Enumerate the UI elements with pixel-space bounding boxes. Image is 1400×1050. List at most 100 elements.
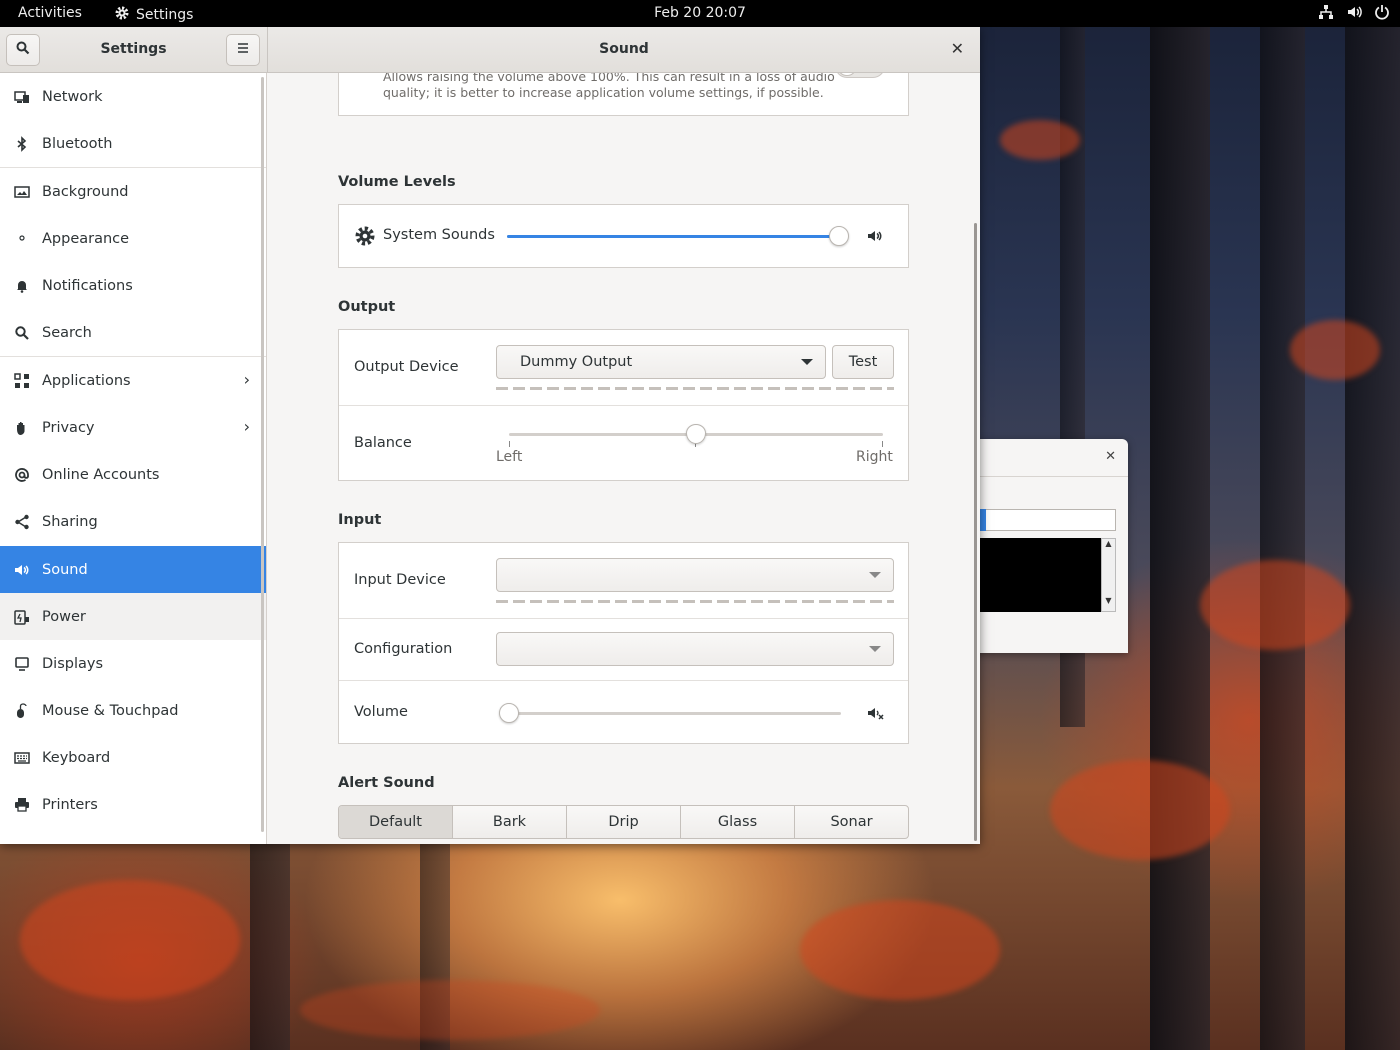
alert-sound-title: Alert Sound (338, 775, 435, 791)
balance-right-label: Right (856, 449, 893, 465)
sidebar-item-label: Appearance (42, 230, 130, 247)
sidebar-item-appearance[interactable]: Appearance (0, 215, 266, 262)
system-tray[interactable] (1318, 4, 1390, 24)
input-frame: Input Device Configuration Volume (338, 542, 909, 744)
network-icon (13, 88, 31, 106)
clock[interactable]: Feb 20 20:07 (0, 5, 1400, 21)
sidebar-item-background[interactable]: Background (0, 168, 266, 215)
header-bar[interactable]: Settings Sound ✕ (0, 27, 980, 73)
output-device-dropdown[interactable]: Dummy Output (496, 345, 826, 379)
sidebar-item-applications[interactable]: Applications › (0, 357, 266, 404)
network-wired-icon (1318, 4, 1334, 24)
sound-panel: Allows raising the volume above 100%. Th… (268, 73, 980, 844)
row-separator (339, 405, 908, 406)
test-button[interactable]: Test (832, 345, 894, 379)
sidebar-item-label: Privacy (42, 419, 95, 436)
share-icon (13, 513, 31, 531)
alert-sound-sonar[interactable]: Sonar (795, 806, 908, 838)
background-icon (13, 183, 31, 201)
speaker-icon (13, 561, 31, 579)
gear-icon (354, 225, 376, 251)
content-scrollbar[interactable] (974, 223, 977, 841)
scroll-up-icon[interactable]: ▲ (1102, 539, 1115, 548)
sidebar-item-online-accounts[interactable]: Online Accounts (0, 451, 266, 498)
dialog-text-field[interactable] (980, 509, 1116, 531)
alert-sound-selector: Default Bark Drip Glass Sonar (338, 805, 909, 839)
row-separator (339, 680, 908, 681)
sidebar-item-printers[interactable]: Printers (0, 781, 266, 828)
hamburger-menu-icon (237, 42, 249, 58)
power-icon (1374, 4, 1390, 24)
dialog-titlebar[interactable]: ✕ (968, 439, 1128, 477)
sidebar-item-network[interactable]: Network (0, 73, 266, 120)
at-icon (13, 466, 31, 484)
output-title: Output (338, 299, 396, 315)
alert-sound-default[interactable]: Default (339, 806, 453, 838)
output-device-value: Dummy Output (520, 354, 633, 370)
input-device-dropdown[interactable] (496, 558, 894, 592)
sidebar-item-label: Network (42, 88, 103, 105)
scroll-down-icon[interactable]: ▼ (1102, 596, 1115, 605)
sidebar-item-search[interactable]: Search (0, 309, 266, 356)
sidebar-item-label: Bluetooth (42, 135, 113, 152)
alert-sound-bark[interactable]: Bark (453, 806, 567, 838)
sidebar-item-label: Sound (42, 561, 88, 578)
power-icon (13, 608, 31, 626)
input-volume-track (509, 712, 841, 715)
speaker-loud-icon[interactable] (867, 228, 883, 248)
configuration-dropdown[interactable] (496, 632, 894, 666)
over-amplification-frame: Allows raising the volume above 100%. Th… (338, 73, 909, 116)
background-dialog-window[interactable]: ✕ ▲ ▼ (968, 439, 1128, 653)
sidebar-item-displays[interactable]: Displays (0, 640, 266, 687)
sidebar-item-label: Online Accounts (42, 466, 160, 483)
balance-tick-left (509, 441, 510, 447)
alert-sound-glass[interactable]: Glass (681, 806, 795, 838)
switch-knob (837, 73, 857, 76)
output-device-label: Output Device (354, 359, 459, 375)
sidebar-item-label: Power (42, 608, 86, 625)
configuration-label: Configuration (354, 641, 453, 657)
balance-tick-right (882, 441, 883, 447)
sidebar-item-privacy[interactable]: Privacy › (0, 404, 266, 451)
alert-sound-drip[interactable]: Drip (567, 806, 681, 838)
over-amplification-description: Allows raising the volume above 100%. Th… (383, 73, 835, 100)
sidebar-item-label: Mouse & Touchpad (42, 702, 179, 719)
appearance-icon (13, 230, 31, 248)
input-device-label: Input Device (354, 572, 446, 588)
sidebar-item-label: Printers (42, 796, 98, 813)
primary-menu-button[interactable] (226, 34, 260, 66)
input-level-bar (496, 600, 894, 603)
sidebar-item-label: Background (42, 183, 129, 200)
input-volume-slider[interactable] (499, 703, 519, 723)
sidebar-item-sound[interactable]: Sound (0, 546, 266, 593)
chevron-right-icon: › (243, 417, 250, 436)
keyboard-icon (13, 749, 31, 767)
chevron-down-icon (869, 646, 881, 652)
system-sounds-label: System Sounds (383, 227, 495, 243)
sidebar-item-power[interactable]: Power (0, 593, 266, 640)
sidebar-item-label: Notifications (42, 277, 133, 294)
sidebar-item-sharing[interactable]: Sharing (0, 498, 266, 545)
sidebar-scrollbar[interactable] (261, 77, 264, 832)
speaker-muted-icon[interactable] (867, 705, 885, 725)
system-sounds-fill (507, 235, 839, 238)
settings-window[interactable]: Settings Sound ✕ Network Bluetooth Backg… (0, 27, 980, 844)
close-window-button[interactable]: ✕ (951, 39, 964, 58)
balance-slider[interactable] (686, 424, 706, 444)
over-amplification-switch[interactable] (835, 73, 885, 78)
sidebar-item-mouse-touchpad[interactable]: Mouse & Touchpad (0, 687, 266, 734)
sidebar-item-notifications[interactable]: Notifications (0, 262, 266, 309)
hand-icon (13, 419, 31, 437)
top-bar: Activities Settings Feb 20 20:07 (0, 0, 1400, 27)
printer-icon (13, 796, 31, 814)
volume-levels-title: Volume Levels (338, 174, 456, 190)
bell-icon (13, 277, 31, 295)
sidebar-item-label: Sharing (42, 513, 98, 530)
dialog-scrollbar[interactable]: ▲ ▼ (1101, 538, 1116, 612)
sidebar-item-bluetooth[interactable]: Bluetooth (0, 120, 266, 167)
system-sounds-slider[interactable] (829, 226, 849, 246)
input-title: Input (338, 512, 382, 528)
close-icon[interactable]: ✕ (1105, 449, 1116, 464)
sidebar-item-label: Displays (42, 655, 104, 672)
sidebar-item-keyboard[interactable]: Keyboard (0, 734, 266, 781)
